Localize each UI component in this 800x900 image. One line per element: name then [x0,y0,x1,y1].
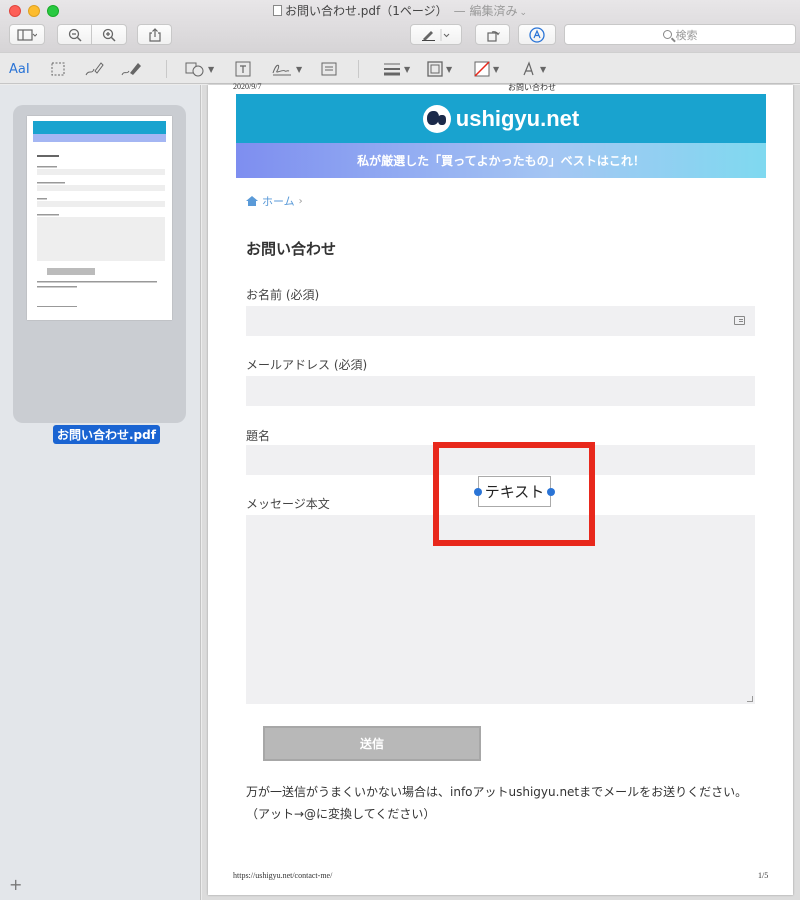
search-icon [662,30,672,39]
window-title-text: お問い合わせ.pdf（1ページ） [284,4,448,18]
zoom-in-icon [102,28,116,42]
page-footer-url: https://ushigyu.net/contact-me/ [233,871,333,880]
breadcrumb: ホーム › [246,193,303,209]
shapes-tool[interactable]: ▼ [185,59,214,79]
note-tool[interactable] [321,59,337,79]
sketch-icon [85,62,104,76]
resize-grip-icon[interactable] [747,696,753,702]
chevron-down-icon: ▼ [446,64,453,74]
rotate-icon [486,30,500,42]
annotate-button[interactable] [518,24,556,45]
message-field-label: メッセージ本文 [246,497,330,511]
share-icon [148,27,161,42]
page-footer-number: 1/5 [758,871,769,880]
text-tool[interactable] [235,59,251,79]
search-placeholder: 検索 [675,28,698,42]
draw-tool[interactable] [120,59,142,79]
thumbnail-page-preview [27,116,172,320]
zoom-out-icon [68,28,82,42]
email-field-label: メールアドレス (必須) [246,358,368,372]
share-button[interactable] [137,24,172,45]
chevron-down-icon: ▼ [404,64,411,74]
markup-toolbar: AaI ▼ ▼ ▼ ▼ ▼ ▼ [0,52,800,84]
name-field[interactable] [246,306,755,336]
sidebar-icon [17,28,37,41]
pdf-document-icon [272,5,282,16]
breadcrumb-separator: › [298,195,303,207]
page-header-title: お問い合わせ [508,83,556,92]
text-selection-tool[interactable]: AaI [9,59,30,79]
page-thumbnail[interactable] [13,105,186,423]
markup-pen-button[interactable] [410,24,462,45]
line-style-icon [384,63,400,76]
site-banner: ushigyu.net [236,94,766,143]
submit-button[interactable]: 送信 [263,726,481,761]
text-box-icon [235,61,251,77]
toolbar-divider [166,60,167,78]
signature-icon [272,64,291,76]
rect-selection-icon [51,62,65,76]
cow-logo-icon [422,104,451,133]
line-style-tool[interactable]: ▼ [383,59,410,79]
zoom-out-button[interactable] [57,24,92,45]
thumbnail-preview-graphic [33,121,166,307]
title-bar: お問い合わせ.pdf（1ページ） — 編集済み ⌄ 検索 [0,0,800,52]
form-title: お問い合わせ [246,240,337,258]
note-icon [321,62,337,76]
zoom-in-button[interactable] [91,24,127,45]
site-tagline: 私が厳選した「買ってよかったもの」ベストはこれ！ [236,143,766,178]
edited-label: — 編集済み [453,4,518,18]
home-icon [246,196,258,206]
text-tool-label: AaI [9,61,30,77]
signature-tool[interactable]: ▼ [271,59,302,79]
chevron-down-icon: ▼ [296,64,303,74]
draw-icon [121,63,141,76]
page-header-date: 2020/9/7 [233,82,262,91]
chevron-down-icon: ▼ [540,64,547,74]
highlight-frame [433,442,595,546]
rect-selection-tool[interactable] [51,59,65,79]
window-title: お問い合わせ.pdf（1ページ） — 編集済み ⌄ [0,2,800,19]
border-color-tool[interactable]: ▼ [427,59,452,79]
chevron-down-icon: ▼ [493,64,500,74]
fallback-note-hint: （アット→@に変換してください） [246,807,436,821]
name-field-label: お名前 (必須) [246,288,320,302]
toolbar-divider [358,60,359,78]
site-logo-text: ushigyu.net [455,105,580,131]
annotate-pen-icon [529,26,545,43]
border-color-icon [427,61,443,77]
fill-color-icon [474,61,490,77]
thumbnail-filename-label[interactable]: お問い合わせ.pdf [53,425,160,444]
chevron-down-icon: ▼ [208,64,215,74]
email-field[interactable] [246,376,755,406]
subject-field-label: 題名 [246,429,271,443]
rotate-button[interactable] [475,24,510,45]
contact-card-icon [734,316,745,325]
thumbnail-sidebar: お問い合わせ.pdf + [0,85,201,900]
breadcrumb-home[interactable]: ホーム [262,193,295,209]
text-style-tool[interactable]: ▼ [521,59,546,79]
sketch-tool[interactable] [84,59,104,79]
fallback-note: 万が一送信がうまくいかない場合は、infoアットushigyu.netまでメール… [246,785,748,799]
add-page-button[interactable]: + [9,875,22,894]
fill-color-tool[interactable]: ▼ [474,59,499,79]
pen-markup-icon [422,28,450,41]
sidebar-toggle-button[interactable] [9,24,45,45]
search-input[interactable]: 検索 [564,24,796,45]
text-style-icon [523,61,534,76]
title-menu-chevron-icon[interactable]: ⌄ [519,8,527,18]
shapes-icon [185,62,204,77]
